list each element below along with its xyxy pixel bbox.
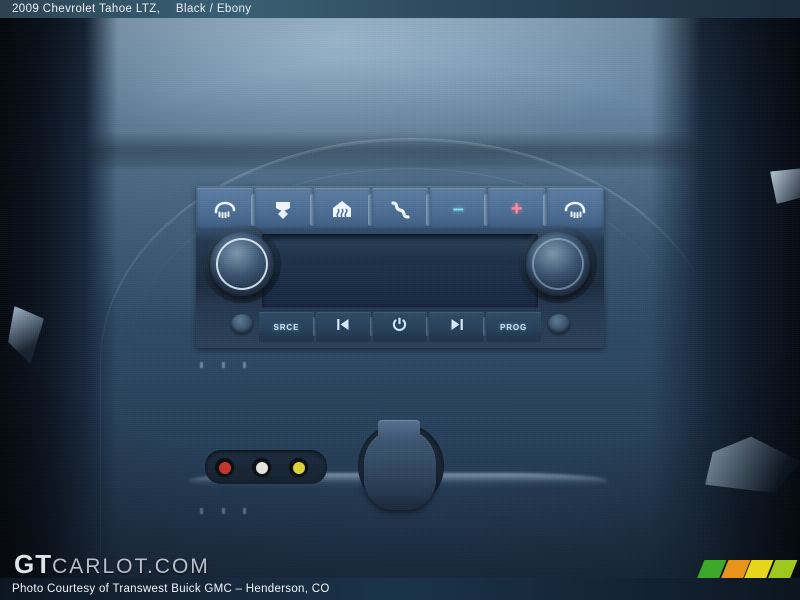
left-dark-panel — [0, 18, 118, 578]
right-small-knob[interactable] — [548, 314, 570, 334]
photo-credit-bar: Photo Courtesy of Transwest Buick GMC – … — [0, 578, 800, 600]
watermark-brand-rest: CARLOT.COM — [52, 555, 210, 578]
program-button[interactable]: PROG — [483, 312, 541, 342]
previous-track-button[interactable] — [312, 312, 371, 342]
console-indicator-dots-lower — [200, 508, 246, 515]
airflow-mode-button[interactable] — [367, 188, 429, 230]
next-track-button[interactable] — [426, 312, 485, 342]
watermark-brand-bold: GT — [14, 549, 53, 578]
power-button[interactable] — [369, 312, 428, 342]
console-indicator-dots-upper — [200, 362, 246, 369]
gtcarlot-watermark: GTCARLOT.COM — [14, 549, 210, 578]
program-button-label: PROG — [500, 322, 528, 332]
driver-heated-seat-button[interactable] — [197, 188, 254, 230]
source-button-label: SRCE — [273, 322, 300, 332]
watermark-color-bars — [695, 560, 797, 578]
screenshot-root: 2009 Chevrolet Tahoe LTZ, Black / Ebony — [0, 0, 800, 600]
power-icon — [392, 317, 407, 337]
right-tune-knob[interactable] — [526, 232, 590, 296]
vehicle-title: 2009 Chevrolet Tahoe LTZ, — [12, 3, 161, 15]
rear-defogger-button[interactable] — [251, 188, 312, 230]
minus-icon: – — [452, 198, 464, 220]
display-glare — [270, 240, 530, 262]
source-button-row: SRCE PROG — [258, 312, 542, 342]
radio-climate-head-unit: – + SRCE PROG — [196, 186, 604, 348]
vehicle-title-bar: 2009 Chevrolet Tahoe LTZ, Black / Ebony — [0, 0, 800, 18]
seat-airflow-icon — [389, 199, 411, 219]
temperature-up-button[interactable]: + — [484, 188, 545, 230]
av-input-panel — [205, 450, 327, 484]
plus-icon: + — [510, 198, 523, 220]
photo-credit-text: Photo Courtesy of Transwest Buick GMC – … — [12, 583, 330, 595]
passenger-heated-seat-button[interactable] — [542, 188, 603, 230]
heated-seat-icon — [564, 199, 586, 219]
climate-button-row: – + — [196, 186, 604, 232]
vehicle-photo: – + SRCE PROG GTCARLOT.COM — [0, 18, 800, 578]
left-volume-knob[interactable] — [210, 232, 274, 296]
source-button[interactable]: SRCE — [259, 312, 314, 342]
front-defrost-button[interactable] — [309, 188, 370, 230]
prev-track-icon — [335, 318, 351, 336]
av-jack-audio-right[interactable] — [288, 457, 309, 478]
rear-defrost-icon — [272, 199, 294, 219]
temperature-down-button[interactable]: – — [426, 188, 487, 230]
av-jack-audio-left[interactable] — [251, 457, 272, 478]
next-track-icon — [449, 318, 465, 336]
left-small-knob[interactable] — [231, 314, 253, 334]
av-jack-video[interactable] — [214, 457, 235, 478]
heated-seat-icon — [214, 199, 236, 219]
radio-display-screen — [262, 234, 538, 308]
console-latch-tab[interactable] — [378, 420, 420, 442]
vehicle-color-trim: Black / Ebony — [175, 3, 252, 15]
front-defrost-icon — [331, 199, 353, 219]
right-dark-panel — [650, 18, 800, 578]
